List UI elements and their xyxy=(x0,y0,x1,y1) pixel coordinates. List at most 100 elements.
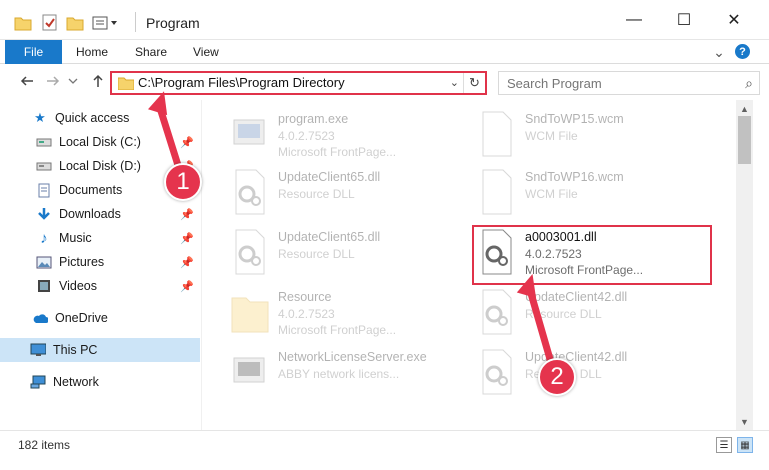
file-item[interactable]: Resource 4.0.2.7523 Microsoft FrontPage.… xyxy=(230,284,470,342)
file-highlight-frame xyxy=(472,225,712,285)
exe-icon xyxy=(233,357,265,383)
file-detail: 4.0.2.7523 xyxy=(278,129,335,143)
pin-icon[interactable]: 📌 xyxy=(180,280,194,293)
star-icon: ★ xyxy=(34,110,46,125)
file-name: program.exe xyxy=(278,112,349,126)
network-icon xyxy=(30,374,46,390)
sidebar-item-label: Documents xyxy=(59,183,123,197)
item-count: 182 items xyxy=(18,438,71,452)
navigation-pane: ★ Quick access Local Disk (C:) 📌 Local D… xyxy=(0,100,202,430)
documents-icon xyxy=(36,182,52,198)
ribbon-tabs: File Home Share View ⌄ ? xyxy=(0,40,769,64)
sidebar-item-network[interactable]: Network xyxy=(0,370,200,394)
sidebar-item-music[interactable]: ♪ Music 📌 xyxy=(0,226,200,250)
scroll-up-icon[interactable]: ▲ xyxy=(736,100,753,117)
address-row: C:\Program Files\Program Directory ⌄ ↻ ⌕ xyxy=(0,64,769,100)
folder-icon[interactable] xyxy=(14,13,32,33)
file-name: SndToWP15.wcm xyxy=(525,112,624,126)
refresh-icon[interactable]: ↻ xyxy=(463,73,485,93)
file-detail: Resource DLL xyxy=(278,247,355,261)
search-icon[interactable]: ⌕ xyxy=(745,75,753,92)
document-icon xyxy=(482,169,512,215)
pc-icon xyxy=(30,342,46,358)
dll-gear-icon xyxy=(482,349,512,395)
dll-gear-icon xyxy=(235,169,265,215)
file-list: program.exe 4.0.2.7523 Microsoft FrontPa… xyxy=(202,100,736,430)
customize-qa-icon[interactable] xyxy=(92,13,122,33)
tab-share[interactable]: Share xyxy=(135,40,167,64)
pin-icon[interactable]: 📌 xyxy=(180,208,194,221)
sidebar-item-label: Local Disk (C:) xyxy=(59,135,141,149)
downloads-icon xyxy=(36,206,52,222)
properties-icon[interactable] xyxy=(42,13,58,33)
pictures-icon xyxy=(36,254,52,270)
status-bar: 182 items ☰ ▦ xyxy=(0,430,769,458)
folder-icon xyxy=(118,77,134,90)
dll-gear-icon xyxy=(235,229,265,275)
scroll-down-icon[interactable]: ▼ xyxy=(736,413,753,430)
sidebar-item-label: Local Disk (D:) xyxy=(59,159,141,173)
file-detail: WCM File xyxy=(525,187,578,201)
file-name: Resource xyxy=(278,290,332,304)
pin-icon[interactable]: 📌 xyxy=(180,136,194,149)
music-icon: ♪ xyxy=(40,229,48,247)
file-name: NetworkLicenseServer.exe xyxy=(278,350,427,364)
file-item[interactable]: SndToWP16.wcm WCM File xyxy=(477,164,717,222)
vertical-scrollbar[interactable]: ▲ ▼ xyxy=(736,100,753,430)
maximize-button[interactable]: ☐ xyxy=(661,0,707,40)
up-icon[interactable] xyxy=(89,72,107,90)
file-item[interactable]: program.exe 4.0.2.7523 Microsoft FrontPa… xyxy=(230,106,470,164)
expand-ribbon-icon[interactable]: ⌄ xyxy=(710,43,728,61)
file-item[interactable]: SndToWP15.wcm WCM File xyxy=(477,106,717,164)
scrollbar-thumb[interactable] xyxy=(738,116,751,164)
sidebar-item-label: Videos xyxy=(59,279,97,293)
pin-icon[interactable]: 📌 xyxy=(180,256,194,269)
minimize-button[interactable]: — xyxy=(611,0,657,40)
sidebar-item-onedrive[interactable]: OneDrive xyxy=(0,306,200,330)
file-detail: Resource DLL xyxy=(278,187,355,201)
cloud-icon xyxy=(32,310,48,326)
drive-icon xyxy=(36,158,52,174)
sidebar-item-label: Quick access xyxy=(55,111,130,125)
sidebar-item-label: OneDrive xyxy=(55,311,108,325)
file-name: UpdateClient42.dll xyxy=(525,290,628,304)
sidebar-item-local-disk-c[interactable]: Local Disk (C:) 📌 xyxy=(0,130,200,154)
forward-icon[interactable] xyxy=(44,72,62,90)
folder-icon xyxy=(231,297,269,333)
file-item[interactable]: UpdateClient42.dll Resource DLL xyxy=(477,284,717,342)
file-item[interactable]: NetworkLicenseServer.exe ABBY network li… xyxy=(230,344,470,402)
close-button[interactable]: ✕ xyxy=(711,0,757,40)
tab-view[interactable]: View xyxy=(193,40,219,64)
file-detail: Microsoft FrontPage... xyxy=(278,323,397,337)
videos-icon xyxy=(36,278,52,294)
search-input[interactable] xyxy=(507,73,727,93)
title-divider xyxy=(135,12,136,32)
sidebar-item-videos[interactable]: Videos 📌 xyxy=(0,274,200,298)
pin-icon[interactable]: 📌 xyxy=(180,232,194,245)
file-item[interactable]: UpdateClient65.dll Resource DLL xyxy=(230,224,470,282)
exe-icon xyxy=(233,119,265,145)
address-path[interactable]: C:\Program Files\Program Directory xyxy=(138,75,345,90)
recent-locations-icon[interactable] xyxy=(67,72,79,90)
address-bar[interactable]: C:\Program Files\Program Directory ⌄ ↻ xyxy=(110,71,487,95)
tab-home[interactable]: Home xyxy=(76,40,108,64)
sidebar-item-pictures[interactable]: Pictures 📌 xyxy=(0,250,200,274)
sidebar-item-quick-access[interactable]: ★ Quick access xyxy=(0,106,200,130)
file-detail: ABBY network licens... xyxy=(278,367,400,381)
address-dropdown-icon[interactable]: ⌄ xyxy=(450,76,459,89)
sidebar-item-label: Pictures xyxy=(59,255,105,269)
tab-file[interactable]: File xyxy=(5,40,62,64)
details-view-icon[interactable]: ☰ xyxy=(716,437,732,453)
file-item[interactable]: UpdateClient42.dll Resource DLL xyxy=(477,344,717,402)
help-icon[interactable]: ? xyxy=(735,44,750,59)
sidebar-item-downloads[interactable]: Downloads 📌 xyxy=(0,202,200,226)
sidebar-item-label: Downloads xyxy=(59,207,121,221)
new-folder-icon[interactable] xyxy=(66,13,84,33)
back-icon[interactable] xyxy=(18,72,36,90)
document-icon xyxy=(482,111,512,157)
sidebar-item-label: Network xyxy=(53,375,99,389)
sidebar-item-this-pc[interactable]: This PC xyxy=(0,338,200,362)
file-item[interactable]: UpdateClient65.dll Resource DLL xyxy=(230,164,470,222)
search-box[interactable]: ⌕ xyxy=(498,71,760,95)
large-icons-view-icon[interactable]: ▦ xyxy=(737,437,753,453)
